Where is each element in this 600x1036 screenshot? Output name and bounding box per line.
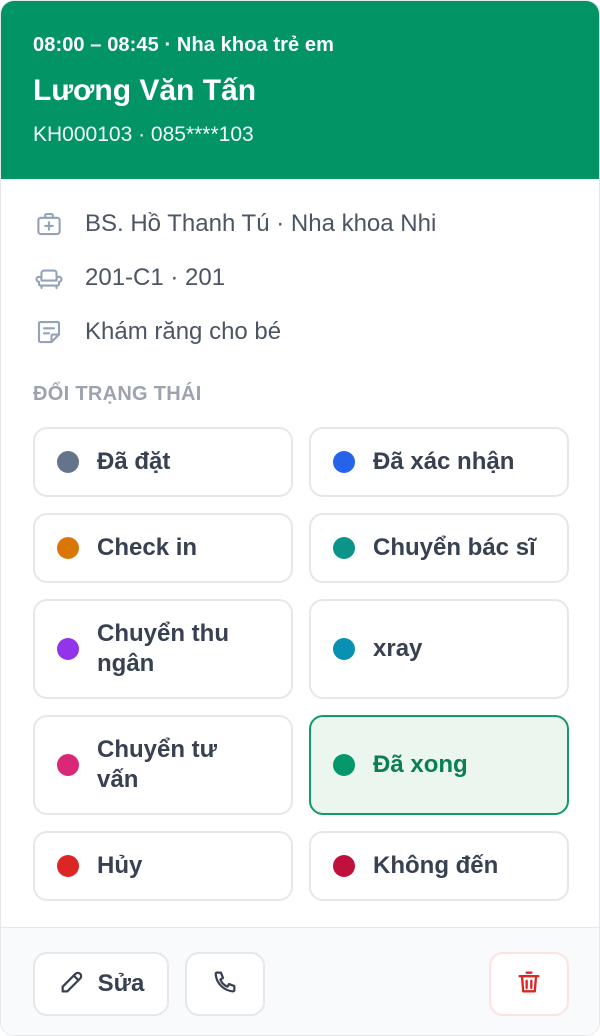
pencil-icon: [58, 968, 86, 1001]
note-icon: [33, 316, 65, 348]
status-label: Chuyển tư vấn: [97, 736, 218, 793]
status-label: Check in: [97, 534, 198, 561]
status-button-da-xac-nhan[interactable]: Đã xác nhận: [309, 427, 569, 497]
status-label: Đã xác nhận: [373, 448, 515, 475]
status-label: Đã đặt: [97, 448, 171, 475]
patient-code-phone: KH000103 · 085****103: [33, 123, 254, 146]
trash-icon: [515, 968, 543, 1001]
status-button-chuyen-thu-ngan[interactable]: Chuyển thu ngân: [33, 599, 293, 699]
status-button-check-in[interactable]: Check in: [33, 513, 293, 583]
status-button-chuyen-tu-van[interactable]: Chuyển tư vấn: [33, 715, 293, 815]
status-button-khong-den[interactable]: Không đến: [309, 831, 569, 901]
appointment-header: 08:00 – 08:45 · Nha khoa trẻ em Lương Vă…: [1, 1, 599, 179]
status-button-huy[interactable]: Hủy: [33, 831, 293, 901]
status-dot: [57, 855, 79, 877]
status-dot: [57, 754, 79, 776]
note-text: Khám răng cho bé: [85, 318, 282, 345]
appointment-info: BS. Hồ Thanh Tú · Nha khoa Nhi 201-C1 · …: [33, 197, 569, 359]
phone-icon: [211, 968, 239, 1001]
call-button[interactable]: [185, 952, 265, 1016]
patient-name: Lương Văn Tấn: [33, 74, 257, 107]
status-label: Không đến: [373, 852, 499, 879]
status-button-chuyen-bac-si[interactable]: Chuyển bác sĩ: [309, 513, 569, 583]
chair-text: 201-C1 · 201: [85, 264, 226, 291]
status-label: Chuyển bác sĩ: [373, 534, 536, 561]
status-button-da-xong[interactable]: Đã xong: [309, 715, 569, 815]
status-dot: [57, 537, 79, 559]
status-dot: [333, 754, 355, 776]
medical-kit-icon: [33, 208, 65, 240]
edit-label: Sửa: [97, 970, 145, 997]
status-label: xray: [373, 635, 423, 662]
note-row: Khám răng cho bé: [33, 305, 569, 359]
status-dot: [333, 638, 355, 660]
appointment-card: 08:00 – 08:45 · Nha khoa trẻ em Lương Vă…: [0, 0, 600, 1036]
dental-chair-icon: [33, 262, 65, 294]
appointment-time: 08:00 – 08:45 · Nha khoa trẻ em: [33, 34, 335, 56]
status-label: Chuyển thu ngân: [97, 620, 229, 677]
edit-button[interactable]: Sửa: [33, 952, 169, 1016]
status-label: Đã xong: [373, 751, 468, 778]
status-button-da-dat[interactable]: Đã đặt: [33, 427, 293, 497]
status-dot: [333, 451, 355, 473]
delete-button[interactable]: [489, 952, 569, 1016]
status-dot: [333, 537, 355, 559]
doctor-row: BS. Hồ Thanh Tú · Nha khoa Nhi: [33, 197, 569, 251]
doctor-text: BS. Hồ Thanh Tú · Nha khoa Nhi: [85, 210, 437, 237]
status-dot: [57, 638, 79, 660]
status-button-xray[interactable]: xray: [309, 599, 569, 699]
card-footer: Sửa: [1, 927, 599, 1035]
chair-row: 201-C1 · 201: [33, 251, 569, 305]
status-label: Hủy: [97, 852, 143, 879]
status-section-label: ĐỔI TRẠNG THÁI: [33, 383, 202, 405]
status-dot: [57, 451, 79, 473]
status-dot: [333, 855, 355, 877]
